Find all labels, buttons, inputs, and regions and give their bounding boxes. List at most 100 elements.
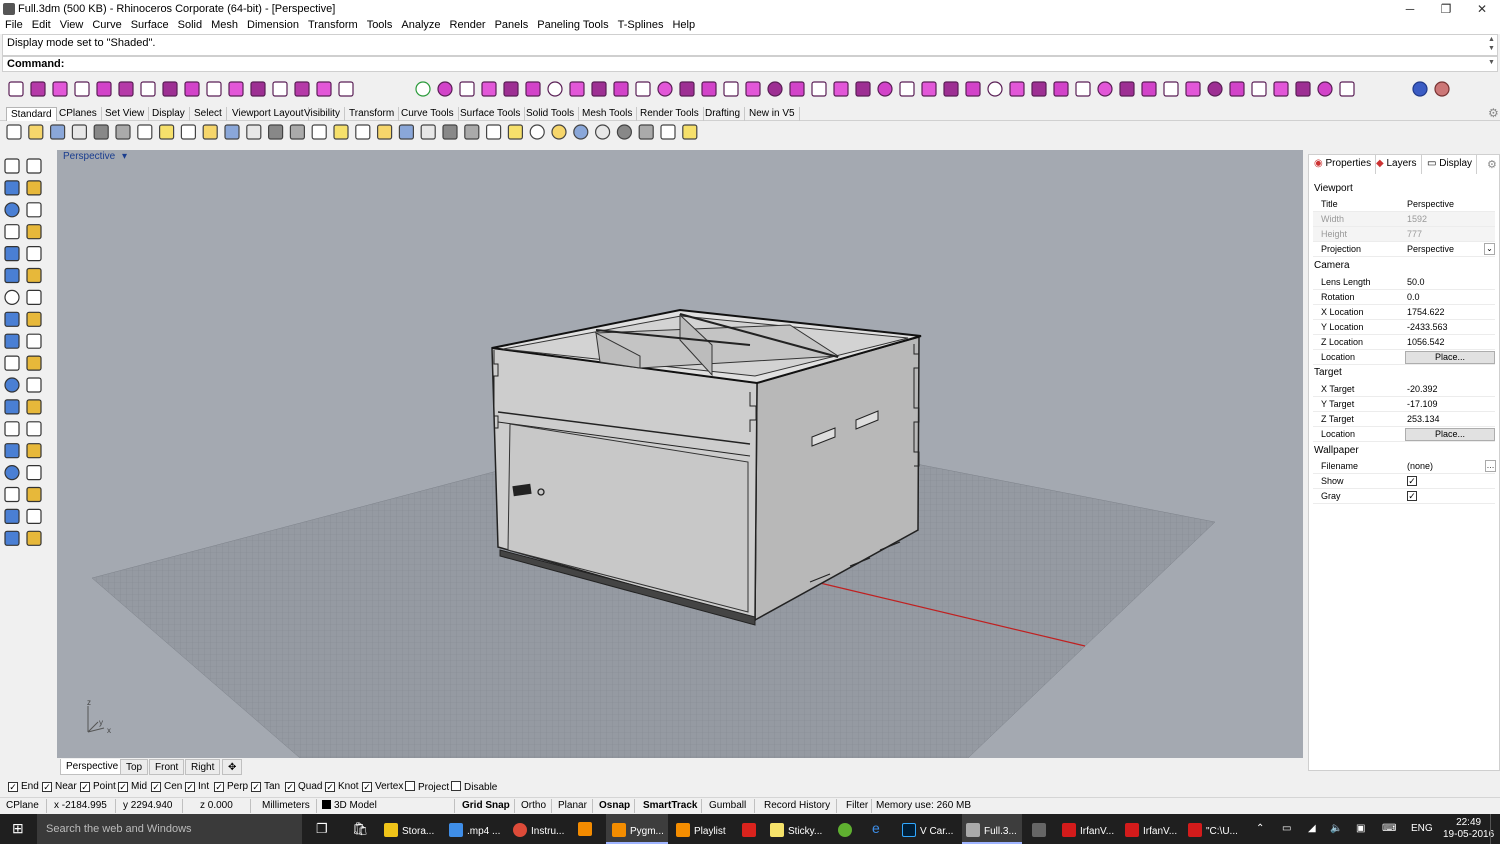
osnap-disable[interactable]: Disable [451, 781, 497, 793]
toolbar-tool-icon[interactable] [1339, 81, 1355, 97]
toolbar-tool-icon[interactable] [1097, 81, 1113, 97]
toolbar-tool-icon[interactable] [679, 81, 695, 97]
toolbar-tool-icon[interactable] [228, 81, 244, 97]
osnap-project-checkbox[interactable] [405, 781, 415, 791]
gear-icon[interactable]: ⚙ [1488, 106, 1499, 120]
left-tool-icon[interactable] [26, 508, 42, 524]
tab-select[interactable]: Select [190, 107, 227, 121]
toolbar-tool-icon[interactable] [272, 81, 288, 97]
left-tool-icon[interactable] [4, 508, 20, 524]
osnap-perp-checkbox[interactable]: ✓ [214, 782, 224, 792]
toolbar-tool-icon[interactable] [1251, 81, 1267, 97]
taskbar-item-irfanview-2[interactable]: IrfanV... [1125, 814, 1177, 844]
language-indicator[interactable]: ENG [1411, 814, 1433, 844]
standard-tool-icon[interactable] [115, 124, 131, 140]
left-tool-icon[interactable] [4, 289, 20, 305]
lens-value[interactable]: 50.0 [1407, 277, 1425, 287]
perspective-viewport[interactable]: z y x [57, 150, 1303, 758]
toolbar-tool-icon[interactable] [1185, 81, 1201, 97]
media-player-icon[interactable] [578, 814, 596, 844]
standard-tool-icon[interactable] [333, 124, 349, 140]
toolbar-tool-icon[interactable] [1141, 81, 1157, 97]
toolbar-tool-icon[interactable] [1031, 81, 1047, 97]
toolbar-tool-icon[interactable] [591, 81, 607, 97]
standard-tool-icon[interactable] [616, 124, 633, 140]
tab-render-tools[interactable]: Render Tools [636, 107, 704, 121]
standard-tool-icon[interactable] [268, 124, 284, 140]
taskbar-item-irfanview-1[interactable]: IrfanV... [1062, 814, 1114, 844]
left-tool-icon[interactable] [26, 267, 42, 284]
keyboard-icon[interactable]: ⌨ [1382, 814, 1396, 844]
ytarget-value[interactable]: -17.109 [1407, 399, 1438, 409]
taskbar-item-storage[interactable]: Stora... [384, 814, 434, 844]
osnap-cen[interactable]: ✓ Cen [151, 781, 182, 792]
left-tool-icon[interactable] [26, 530, 42, 546]
toolbar-tool-icon[interactable] [723, 81, 739, 97]
standard-tool-icon[interactable] [93, 124, 109, 140]
standard-tool-icon[interactable] [377, 124, 393, 140]
toolbar-tool-icon[interactable] [1295, 81, 1311, 97]
left-tool-icon[interactable] [4, 311, 20, 327]
tab-surface-tools[interactable]: Surface Tools [456, 107, 526, 121]
toolbar-tool-icon[interactable] [789, 81, 805, 97]
standard-tool-icon[interactable] [398, 124, 414, 140]
osnap-near[interactable]: ✓ Near [42, 781, 77, 792]
viewport-scene[interactable] [57, 150, 1303, 758]
toolbar-tool-icon[interactable] [294, 81, 310, 97]
title-value[interactable]: Perspective [1407, 199, 1454, 209]
left-tool-icon[interactable] [4, 530, 20, 546]
osnap-quad[interactable]: ✓ Quad [285, 781, 322, 792]
osnap-near-checkbox[interactable]: ✓ [42, 782, 52, 792]
toolbar-tool-icon[interactable] [481, 81, 497, 97]
standard-tool-icon[interactable] [464, 124, 480, 140]
clock[interactable]: 22:49 19-05-2016 [1443, 814, 1494, 844]
left-tool-icon[interactable] [4, 399, 20, 415]
vp-tab-front[interactable]: Front [149, 759, 185, 775]
tab-new-in-v5[interactable]: New in V5 [745, 107, 800, 121]
taskbar-item-pygmalion[interactable]: Pygm... [606, 814, 668, 844]
foxit-icon[interactable] [742, 814, 760, 844]
standard-tool-icon[interactable] [660, 124, 676, 140]
left-tool-icon[interactable] [4, 245, 20, 262]
rotation-value[interactable]: 0.0 [1407, 292, 1420, 302]
status-record-history[interactable]: Record History [764, 800, 830, 811]
osnap-vertex[interactable]: ✓ Vertex [362, 781, 403, 792]
toolbar-tool-icon[interactable] [745, 81, 761, 97]
standard-tool-icon[interactable] [71, 124, 88, 140]
tab-visibility[interactable]: Visibility [300, 107, 345, 121]
panel-gear-icon[interactable]: ⚙ [1487, 158, 1497, 171]
store-icon[interactable]: 🛍 [352, 814, 369, 844]
osnap-mid[interactable]: ✓ Mid [118, 781, 147, 792]
toolbar-tool-icon[interactable] [1075, 81, 1091, 97]
toolbar-tool-icon[interactable] [162, 81, 178, 97]
chevron-down-icon[interactable]: ⌄ [1484, 243, 1495, 255]
battery-icon[interactable]: ▭ [1282, 814, 1291, 844]
osnap-knot[interactable]: ✓ Knot [325, 781, 359, 792]
standard-tool-icon[interactable] [28, 124, 44, 140]
toolbar-tool-icon[interactable] [52, 81, 68, 97]
command-dropdown-icon[interactable]: ▼ [1488, 59, 1496, 66]
viewport-title[interactable]: Perspective ▾ [60, 150, 130, 164]
toolbar-tool-icon[interactable] [30, 81, 46, 97]
left-tool-icon[interactable] [26, 289, 42, 305]
toolbar-tool-icon[interactable] [767, 81, 783, 97]
menu-dimension[interactable]: Dimension [242, 18, 303, 31]
toolbar-tool-icon[interactable] [415, 81, 431, 97]
toolbar-tool-icon[interactable] [250, 81, 266, 97]
left-tool-icon[interactable] [26, 245, 42, 262]
left-tool-icon[interactable] [4, 267, 20, 284]
taskbar-item-playlist[interactable]: Playlist [676, 814, 726, 844]
standard-tool-icon[interactable] [638, 124, 654, 140]
osnap-int-checkbox[interactable]: ✓ [185, 782, 195, 792]
toolbar-tool-icon[interactable] [921, 81, 937, 97]
menu-transform[interactable]: Transform [303, 18, 362, 31]
status-cplane[interactable]: CPlane [6, 800, 39, 811]
left-tool-icon[interactable] [26, 224, 42, 240]
standard-tool-icon[interactable] [486, 124, 502, 140]
menu-render[interactable]: Render [445, 18, 490, 31]
standard-tool-icon[interactable] [137, 124, 153, 140]
osnap-mid-checkbox[interactable]: ✓ [118, 782, 128, 792]
toolbar-tool-icon[interactable] [657, 81, 673, 97]
osnap-end[interactable]: ✓ End [8, 781, 39, 792]
toolbar-tool-icon[interactable] [965, 81, 981, 97]
